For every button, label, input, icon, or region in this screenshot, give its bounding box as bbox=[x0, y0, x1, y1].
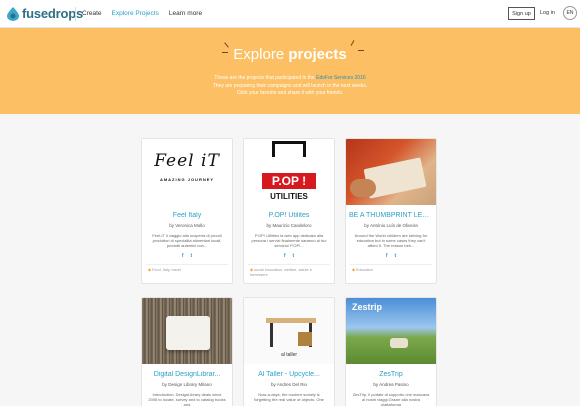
project-image[interactable] bbox=[346, 139, 436, 205]
book-device bbox=[166, 316, 210, 350]
title-bold: projects bbox=[288, 46, 347, 63]
project-author: by Andres Del Rio bbox=[270, 382, 308, 387]
tags-text: Education bbox=[355, 268, 373, 272]
project-description: Now-a-days, the modern society is forget… bbox=[254, 392, 324, 402]
signup-button[interactable]: Sign up bbox=[508, 7, 535, 20]
project-description: Feel-IT il viaggio alla scoperta di picc… bbox=[152, 233, 222, 248]
project-description: Around the World children are striving f… bbox=[354, 233, 428, 248]
facebook-icon[interactable]: f bbox=[284, 253, 286, 259]
project-tags: ◆ Education bbox=[346, 265, 436, 273]
main-nav: Create Explore Projects Learn more bbox=[82, 10, 202, 17]
title-light: Explore bbox=[233, 46, 285, 63]
pop-shape bbox=[272, 141, 306, 157]
twitter-icon[interactable]: t bbox=[293, 253, 295, 259]
hikers bbox=[390, 338, 408, 348]
project-author: by Maurizio Candeloro bbox=[266, 223, 312, 228]
project-author: by Andrea Pasino bbox=[373, 382, 409, 387]
zestrip-logo: Zestrip bbox=[352, 302, 383, 312]
hero-banner: Explore projects These are the projects … bbox=[0, 28, 580, 114]
nav-learn-more[interactable]: Learn more bbox=[169, 10, 202, 17]
project-card[interactable]: Zestrip ZesTrip by Andrea Pasino ZesTrip… bbox=[345, 297, 437, 406]
twitter-icon[interactable]: t bbox=[191, 253, 193, 259]
nav-create[interactable]: Create bbox=[82, 10, 102, 17]
nav-explore-projects[interactable]: Explore Projects bbox=[112, 10, 159, 17]
project-title[interactable]: Feel Italy bbox=[142, 212, 232, 219]
facebook-icon[interactable]: f bbox=[182, 253, 184, 259]
share-buttons: f t bbox=[346, 253, 436, 259]
tag-icon: ◆ bbox=[148, 268, 151, 272]
project-image[interactable]: P.OP ! UTILITIES bbox=[244, 139, 334, 205]
project-image[interactable] bbox=[142, 298, 232, 364]
facebook-icon[interactable]: f bbox=[386, 253, 388, 259]
project-author: by Design Library Milano bbox=[162, 382, 212, 387]
table-leg bbox=[270, 323, 273, 347]
nav-divider bbox=[75, 7, 76, 21]
login-link[interactable]: Log in bbox=[540, 10, 555, 16]
share-buttons: f t bbox=[142, 253, 232, 259]
project-description: P.OP! Utilities la web app dedicata alla… bbox=[251, 233, 327, 248]
project-description: Introduction: DesignLibrary deals since … bbox=[148, 392, 226, 406]
hero-line1: These are the projects that participated… bbox=[214, 75, 315, 81]
project-description: ZesTrip, il portale di supporto che manc… bbox=[352, 392, 430, 406]
pop-letters: P.OP ! bbox=[262, 173, 316, 189]
project-author: by António Luís de Oliveira bbox=[364, 223, 418, 228]
tag-icon: ◆ bbox=[352, 268, 355, 272]
project-author: by Veronica Mollo bbox=[169, 223, 205, 228]
edofor-link[interactable]: EdoFor Services 2016 bbox=[316, 75, 365, 81]
tags-text: social innovation, welfare, salute e ben… bbox=[250, 268, 312, 277]
project-title[interactable]: Digital DesignLibrar... bbox=[142, 371, 232, 378]
project-card[interactable]: Feel iT AMAZING JOURNEY Feel Italy by Ve… bbox=[141, 138, 233, 284]
project-image[interactable]: Zestrip bbox=[346, 298, 436, 364]
project-card[interactable]: BE A THUMBPRINT LEAD... by António Luís … bbox=[345, 138, 437, 284]
project-title[interactable]: P.OP! Utilites bbox=[244, 212, 334, 219]
hand-shape bbox=[350, 179, 376, 197]
top-navbar: fusedrops Create Explore Projects Learn … bbox=[0, 0, 580, 28]
brand-name: fusedrops bbox=[22, 6, 84, 21]
tags-text: Food, Italy, travel bbox=[151, 268, 181, 272]
drop-logo-icon bbox=[7, 6, 19, 21]
hero-line2: They are preparing their campaigns and w… bbox=[212, 82, 368, 89]
feel-it-subtitle: AMAZING JOURNEY bbox=[159, 177, 215, 182]
twitter-icon[interactable]: t bbox=[395, 253, 397, 259]
taller-label: al taller bbox=[280, 352, 298, 358]
feel-it-script: Feel iT bbox=[154, 151, 220, 171]
hero-description: These are the projects that participated… bbox=[180, 75, 400, 98]
project-image[interactable]: al taller bbox=[244, 298, 334, 364]
spark-decoration bbox=[350, 40, 355, 46]
project-card[interactable]: al taller Al Taller - Upcycle... by Andr… bbox=[243, 297, 335, 406]
page-title: Explore projects bbox=[0, 46, 580, 63]
project-title[interactable]: ZesTrip bbox=[346, 371, 436, 378]
logo[interactable]: fusedrops bbox=[7, 6, 83, 21]
project-card[interactable]: P.OP ! UTILITIES P.OP! Utilites by Mauri… bbox=[243, 138, 335, 284]
project-tags: ◆ social innovation, welfare, salute e b… bbox=[244, 265, 334, 278]
project-title[interactable]: Al Taller - Upcycle... bbox=[244, 371, 334, 378]
language-selector[interactable]: EN bbox=[563, 6, 577, 20]
share-buttons: f t bbox=[244, 253, 334, 259]
project-tags: ◆ Food, Italy, travel bbox=[142, 265, 232, 273]
stool bbox=[298, 332, 312, 346]
project-title[interactable]: BE A THUMBPRINT LEAD... bbox=[346, 212, 436, 219]
project-card[interactable]: Digital DesignLibrar... by Design Librar… bbox=[141, 297, 233, 406]
project-image[interactable]: Feel iT AMAZING JOURNEY bbox=[142, 139, 232, 205]
hero-line3: Click your favorite and share it with yo… bbox=[236, 90, 344, 96]
pop-subtitle: UTILITIES bbox=[270, 192, 308, 201]
tag-icon: ◆ bbox=[250, 268, 253, 272]
